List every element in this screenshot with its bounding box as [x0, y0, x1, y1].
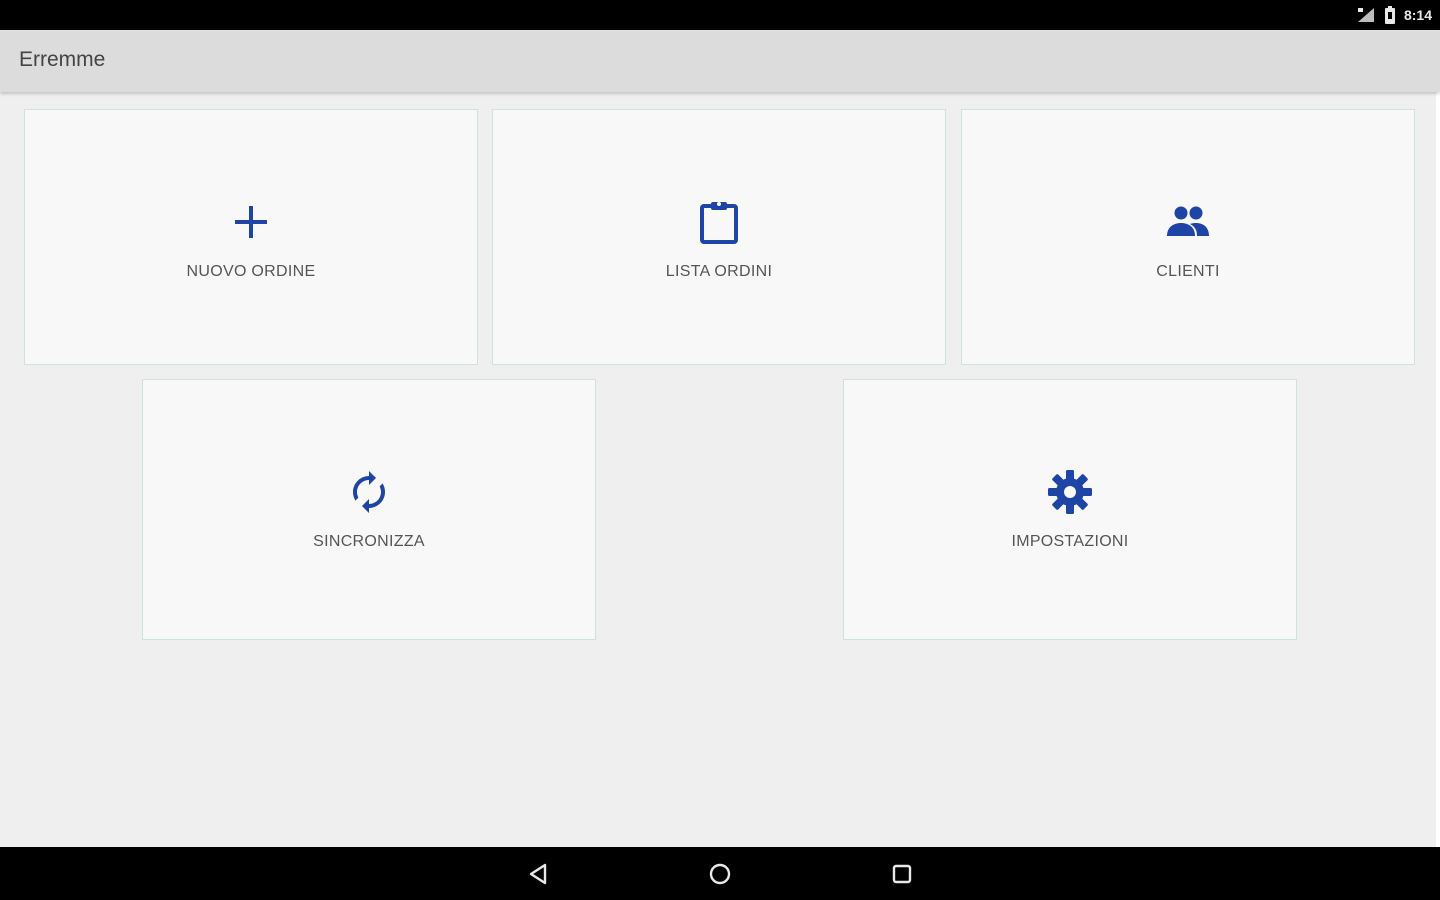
tile-label: IMPOSTAZIONI — [1011, 533, 1129, 550]
recents-icon[interactable] — [888, 860, 916, 888]
tile-label: LISTA ORDINI — [665, 263, 773, 280]
tile-lista-ordini[interactable]: LISTA ORDINI — [492, 109, 946, 365]
gear-icon — [1048, 470, 1092, 514]
people-icon — [1167, 206, 1209, 236]
tile-clienti[interactable]: CLIENTI — [961, 109, 1415, 365]
battery-icon — [1384, 6, 1395, 24]
tile-label: CLIENTI — [1156, 263, 1220, 280]
status-bar: 8:14 — [0, 0, 1440, 30]
tile-label: SINCRONIZZA — [313, 533, 425, 550]
dashboard-content: NUOVO ORDINE LISTA ORDINI CLIENTI SINCRO… — [0, 92, 1436, 847]
scroll-edge — [1436, 92, 1440, 847]
sync-icon — [353, 471, 385, 513]
tile-impostazioni[interactable]: IMPOSTAZIONI — [843, 379, 1297, 640]
signal-icon — [1357, 8, 1374, 22]
tile-nuovo-ordine[interactable]: NUOVO ORDINE — [24, 109, 478, 365]
tile-label: NUOVO ORDINE — [186, 263, 316, 280]
tile-sincronizza[interactable]: SINCRONIZZA — [142, 379, 596, 640]
app-title: Erremme — [19, 48, 106, 71]
status-time: 8:14 — [1403, 7, 1432, 23]
back-icon[interactable] — [524, 860, 552, 888]
status-icons: 8:14 — [1356, 5, 1432, 25]
home-icon[interactable] — [706, 860, 734, 888]
navigation-bar — [0, 847, 1440, 900]
plus-icon — [235, 206, 267, 238]
app-bar: Erremme — [0, 30, 1440, 92]
clipboard-icon — [700, 202, 738, 244]
